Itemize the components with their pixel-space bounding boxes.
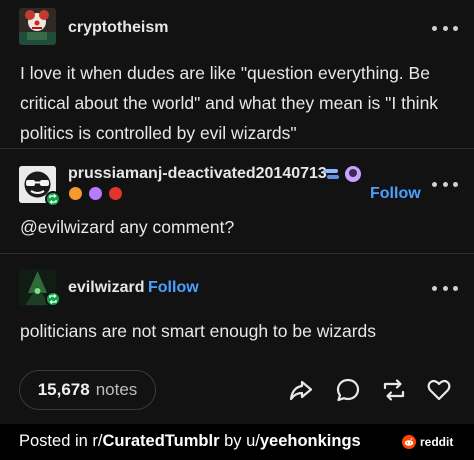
share-icon[interactable] xyxy=(287,376,315,404)
divider xyxy=(0,148,474,149)
notes-label: notes xyxy=(95,380,138,399)
post-body: @evilwizard any comment? xyxy=(20,217,235,237)
more-options-icon[interactable] xyxy=(432,179,458,189)
more-options-icon[interactable] xyxy=(432,283,458,293)
follow-button[interactable]: Follow xyxy=(148,279,199,297)
tumblr-post: cryptotheism I love it when dudes are li… xyxy=(0,0,474,424)
reddit-logo: reddit xyxy=(402,435,453,449)
badge-icon xyxy=(345,166,361,182)
avatar-cryptotheism[interactable] xyxy=(19,8,56,45)
badge-icon xyxy=(324,169,339,179)
caption-by: by u/ xyxy=(219,432,260,450)
divider xyxy=(0,253,474,254)
reddit-wordmark: reddit xyxy=(420,435,454,449)
reddit-footer: Posted in r/CuratedTumblr by u/yeehonkin… xyxy=(0,424,474,460)
user-link[interactable]: yeehonkings xyxy=(260,432,361,450)
like-icon[interactable] xyxy=(425,376,453,404)
notes-button[interactable]: 15,678 notes xyxy=(19,370,156,410)
username-cryptotheism[interactable]: cryptotheism xyxy=(68,19,168,37)
follow-button[interactable]: Follow xyxy=(370,185,421,203)
reblog-icon[interactable] xyxy=(380,376,408,404)
notes-count: 15,678 xyxy=(37,380,90,399)
reblog-badge-icon xyxy=(45,291,61,307)
post-body: politicians are not smart enough to be w… xyxy=(20,321,377,341)
reblog-badge-icon xyxy=(45,191,61,207)
badge-icon xyxy=(109,187,122,200)
caption-prefix: Posted in r/ xyxy=(19,432,103,450)
reddit-alien-icon xyxy=(402,435,416,449)
badge-icon xyxy=(69,187,82,200)
clown-avatar-icon xyxy=(19,8,56,45)
username-prussiamanj[interactable]: prussiamanj-deactivated20140713 xyxy=(68,165,327,183)
post-body: I love it when dudes are like "question … xyxy=(20,63,439,143)
username-evilwizard[interactable]: evilwizard xyxy=(68,279,144,297)
more-options-icon[interactable] xyxy=(432,23,458,33)
subreddit-link[interactable]: CuratedTumblr xyxy=(102,432,219,450)
posted-in-caption: Posted in r/CuratedTumblr by u/yeehonkin… xyxy=(19,432,361,451)
reply-icon[interactable] xyxy=(334,376,362,404)
badge-icon xyxy=(89,187,102,200)
